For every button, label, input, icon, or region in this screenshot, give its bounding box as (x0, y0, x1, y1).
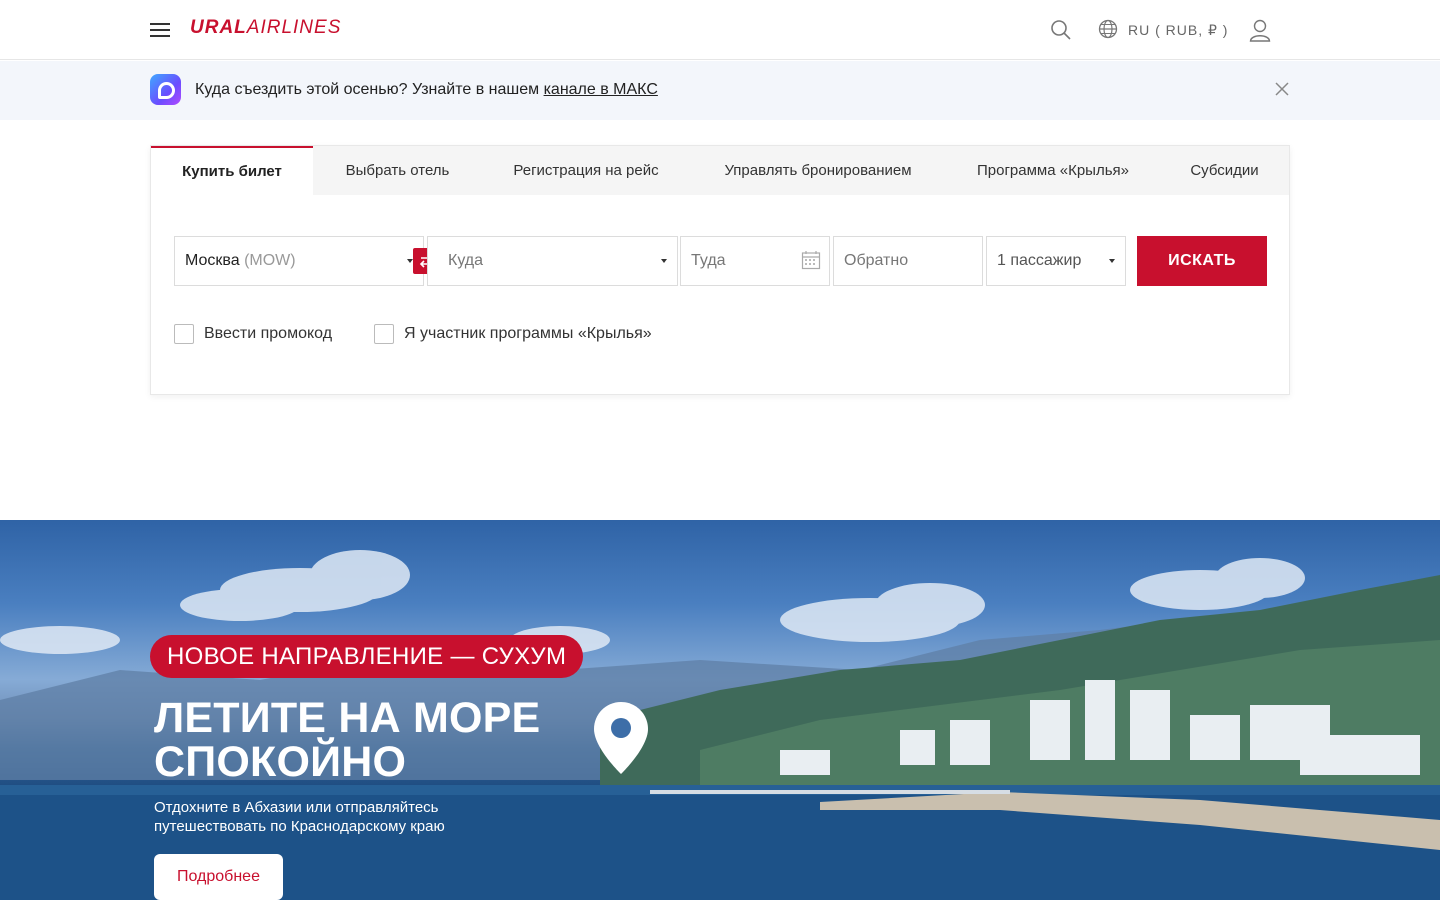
notice-message: Куда съездить этой осенью? Узнайте в наш… (195, 81, 544, 98)
notice-link[interactable]: канале в МАКС (544, 81, 658, 98)
ural-airlines-logo[interactable]: URALAIRLINES (190, 17, 341, 39)
promo-code-checkbox[interactable]: Ввести промокод (174, 324, 332, 344)
logo-bold-text: URAL (190, 17, 247, 38)
passengers-value: 1 пассажир (997, 252, 1082, 269)
tab-wings-program[interactable]: Программа «Крылья» (946, 146, 1160, 195)
checkbox-box[interactable] (174, 324, 194, 344)
hero-subtitle: Отдохните в Абхазии или отправляйтесь пу… (154, 798, 514, 836)
search-flights-button[interactable]: ИСКАТЬ (1137, 236, 1267, 286)
chevron-down-icon (1109, 259, 1115, 263)
notice-text: Куда съездить этой осенью? Узнайте в наш… (195, 81, 658, 99)
tab-check-in[interactable]: Регистрация на рейс (482, 146, 690, 195)
hero-subtitle-line-1: Отдохните в Абхазии или отправляйтесь (154, 799, 439, 816)
return-date-field[interactable]: Обратно (833, 236, 983, 286)
globe-icon (1098, 19, 1118, 42)
tab-manage-booking[interactable]: Управлять бронированием (690, 146, 946, 195)
destination-placeholder: Куда (448, 252, 484, 269)
tab-choose-hotel[interactable]: Выбрать отель (313, 146, 482, 195)
notice-bar: Куда съездить этой осенью? Узнайте в наш… (0, 61, 1440, 120)
checkbox-box[interactable] (374, 324, 394, 344)
close-icon[interactable] (1274, 81, 1290, 97)
destination-field[interactable]: Куда (427, 236, 678, 286)
origin-field[interactable]: Москва (MOW) (174, 236, 424, 286)
promo-code-label: Ввести промокод (204, 325, 333, 342)
wings-member-checkbox[interactable]: Я участник программы «Крылья» (374, 324, 652, 344)
max-messenger-icon (150, 74, 181, 105)
wings-member-label: Я участник программы «Крылья» (404, 325, 652, 342)
site-header: URALAIRLINES RU ( RUB, ₽ ) (0, 0, 1440, 60)
depart-date-field[interactable]: Туда (680, 236, 830, 286)
origin-code: (MOW) (244, 252, 296, 269)
language-label: RU ( RUB, ₽ ) (1128, 21, 1229, 38)
user-icon[interactable] (1249, 18, 1271, 42)
hero-title-line-1: ЛЕТИТЕ НА МОРЕ (154, 694, 541, 742)
calendar-icon[interactable] (801, 250, 821, 270)
map-pin-icon (592, 700, 650, 776)
origin-city: Москва (185, 252, 240, 269)
passengers-selector[interactable]: 1 пассажир (986, 236, 1126, 286)
hero-subtitle-line-2: путешествовать по Краснодарскому краю (154, 818, 445, 835)
booking-tabs: Купить билет Выбрать отель Регистрация н… (151, 146, 1289, 195)
new-route-badge: НОВОЕ НАПРАВЛЕНИЕ — СУХУМ (150, 635, 584, 678)
depart-date-placeholder: Туда (691, 252, 726, 269)
chevron-down-icon (661, 259, 667, 263)
booking-widget: Купить билет Выбрать отель Регистрация н… (150, 145, 1290, 395)
hero-title: ЛЕТИТЕ НА МОРЕ СПОКОЙНО (154, 696, 614, 784)
tab-subsidies[interactable]: Субсидии (1160, 146, 1289, 195)
hero-title-line-2: СПОКОЙНО (154, 738, 407, 786)
learn-more-button[interactable]: Подробнее (154, 854, 283, 900)
language-selector[interactable]: RU ( RUB, ₽ ) (1098, 19, 1228, 41)
search-icon[interactable] (1050, 19, 1072, 41)
hero-banner[interactable]: НОВОЕ НАПРАВЛЕНИЕ — СУХУМ ЛЕТИТЕ НА МОРЕ… (0, 520, 1440, 900)
logo-light-text: AIRLINES (246, 17, 342, 38)
return-date-placeholder: Обратно (844, 252, 909, 269)
tab-buy-ticket[interactable]: Купить билет (151, 146, 313, 195)
menu-icon[interactable] (150, 21, 170, 37)
